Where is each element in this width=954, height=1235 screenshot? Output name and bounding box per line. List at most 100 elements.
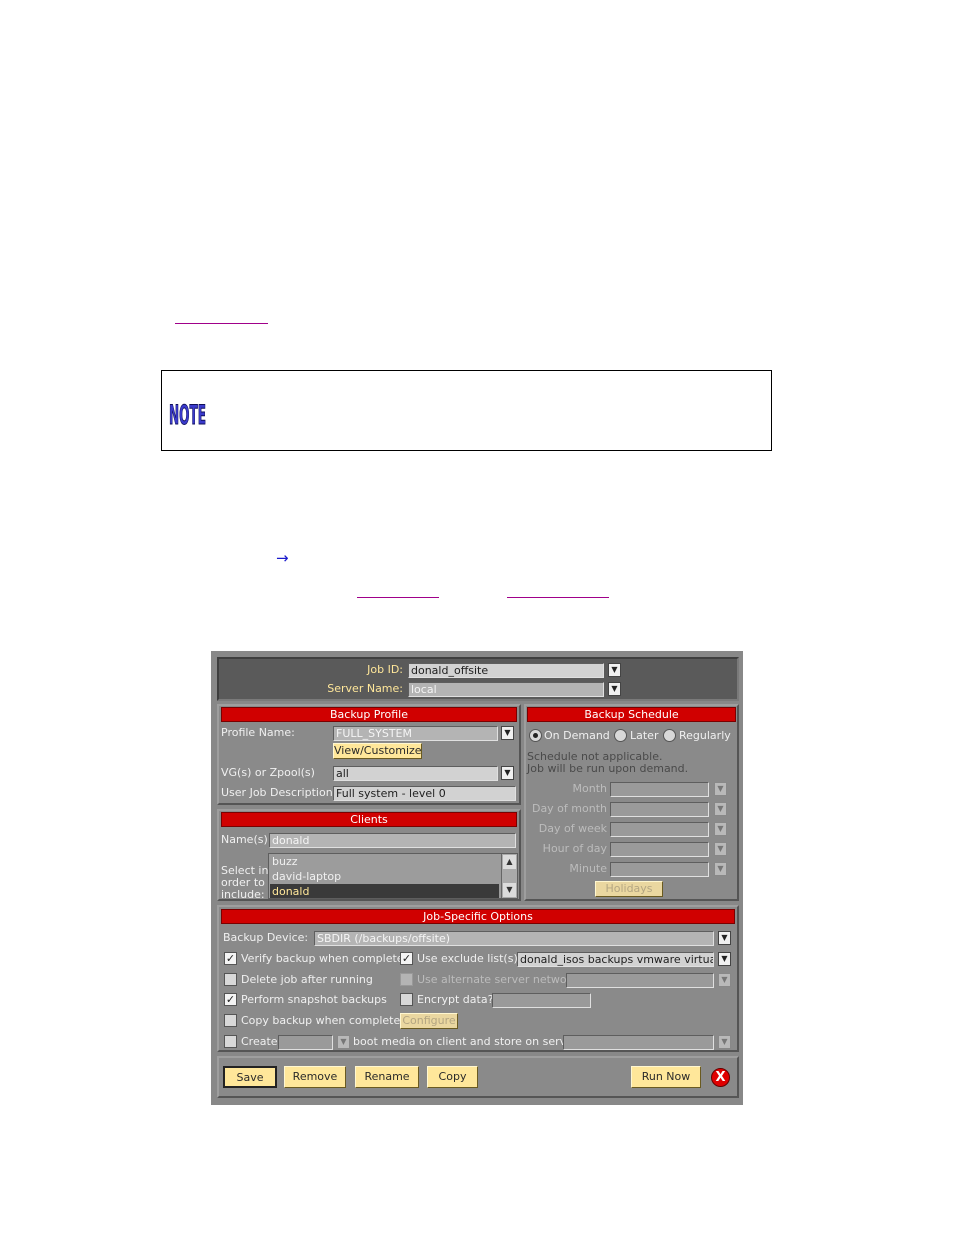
configure-button: Configure xyxy=(400,1013,458,1029)
backup-device-label: Backup Device: xyxy=(223,931,309,944)
backup-device-field[interactable]: SBDIR (/backups/offsite) xyxy=(314,931,714,946)
boot-media-label: boot media on client and store on server xyxy=(353,1035,578,1048)
copy-backup-checkbox[interactable] xyxy=(224,1014,237,1027)
create-label: Create xyxy=(241,1035,278,1048)
holidays-button: Holidays xyxy=(595,881,663,897)
vg-field[interactable]: all xyxy=(333,766,498,781)
month-field xyxy=(610,782,709,797)
alt-network-checkbox xyxy=(400,973,413,986)
verify-checkbox[interactable]: ✓ xyxy=(224,952,237,965)
client-names-field[interactable]: donald xyxy=(269,833,516,848)
server-name-dropdown[interactable]: ▼ xyxy=(608,682,621,696)
run-now-button[interactable]: Run Now xyxy=(631,1066,701,1088)
hour-of-day-label: Hour of day xyxy=(542,842,607,855)
hour-of-day-field xyxy=(610,842,709,857)
day-of-week-dropdown: ▼ xyxy=(714,822,727,836)
remove-button[interactable]: Remove xyxy=(284,1066,346,1088)
day-of-month-label: Day of month xyxy=(531,802,607,815)
snapshot-checkbox[interactable]: ✓ xyxy=(224,993,237,1006)
backup-profile-header: Backup Profile xyxy=(221,707,517,722)
later-radio[interactable] xyxy=(614,729,627,742)
alt-network-field xyxy=(566,973,714,988)
scroll-up-icon[interactable]: ▲ xyxy=(503,855,516,869)
create-dropdown: ▼ xyxy=(337,1035,350,1049)
select-label-2: order to xyxy=(221,876,265,889)
server-name-label: Server Name: xyxy=(327,682,403,695)
encrypt-field xyxy=(492,993,591,1008)
profile-name-label: Profile Name: xyxy=(221,726,295,739)
vg-dropdown[interactable]: ▼ xyxy=(501,766,514,780)
job-header-panel: Job ID: donald_offsite ▼ Server Name: lo… xyxy=(217,657,739,701)
day-of-month-field xyxy=(610,802,709,817)
encrypt-label: Encrypt data? xyxy=(417,993,494,1006)
arrow-right-icon: → xyxy=(276,549,289,567)
snapshot-label: Perform snapshot backups xyxy=(241,993,387,1006)
minute-dropdown: ▼ xyxy=(714,862,727,876)
day-of-week-label: Day of week xyxy=(538,822,607,835)
alt-network-dropdown: ▼ xyxy=(718,973,731,987)
close-icon[interactable]: X xyxy=(711,1068,730,1087)
use-exclude-checkbox[interactable]: ✓ xyxy=(400,952,413,965)
backup-schedule-panel: Backup Schedule On Demand Later Regularl… xyxy=(524,704,739,901)
profile-name-field[interactable]: FULL_SYSTEM xyxy=(333,726,498,741)
create-field xyxy=(278,1035,333,1050)
button-bar: Save Remove Rename Copy Run Now X xyxy=(217,1056,739,1098)
on-demand-radio[interactable] xyxy=(529,729,542,742)
hour-of-day-dropdown: ▼ xyxy=(714,842,727,856)
use-exclude-label: Use exclude list(s) xyxy=(417,952,518,965)
save-button[interactable]: Save xyxy=(223,1066,277,1088)
rename-button[interactable]: Rename xyxy=(355,1066,419,1088)
vg-label: VG(s) or Zpool(s) xyxy=(221,766,315,779)
alt-network-label: Use alternate server network xyxy=(417,973,578,986)
clients-header: Clients xyxy=(221,812,517,827)
backup-job-window: Job ID: donald_offsite ▼ Server Name: lo… xyxy=(211,651,743,1105)
delete-job-label: Delete job after running xyxy=(241,973,373,986)
month-dropdown: ▼ xyxy=(714,782,727,796)
regularly-label: Regularly xyxy=(679,729,731,742)
server-name-field[interactable]: local xyxy=(408,682,604,697)
user-job-desc-label: User Job Description: xyxy=(221,786,337,799)
copy-button[interactable]: Copy xyxy=(427,1066,478,1088)
job-id-field[interactable]: donald_offsite xyxy=(408,663,604,678)
client-names-label: Name(s): xyxy=(221,833,272,846)
list-item[interactable]: donald xyxy=(270,884,499,898)
doc-link-1[interactable] xyxy=(175,323,268,324)
job-specific-header: Job-Specific Options xyxy=(221,909,735,924)
job-specific-panel: Job-Specific Options Backup Device: SBDI… xyxy=(217,905,739,1052)
boot-media-field xyxy=(563,1035,714,1050)
minute-field xyxy=(610,862,709,877)
scroll-down-icon[interactable]: ▼ xyxy=(503,883,516,897)
day-of-week-field xyxy=(610,822,709,837)
svg-text:NOTE: NOTE xyxy=(169,400,206,429)
minute-label: Minute xyxy=(569,862,607,875)
later-label: Later xyxy=(630,729,659,742)
note-box xyxy=(161,370,772,451)
job-id-dropdown[interactable]: ▼ xyxy=(608,663,621,677)
month-label: Month xyxy=(572,782,607,795)
encrypt-checkbox[interactable] xyxy=(400,993,413,1006)
delete-job-checkbox[interactable] xyxy=(224,973,237,986)
job-id-label: Job ID: xyxy=(367,663,403,676)
day-of-month-dropdown: ▼ xyxy=(714,802,727,816)
profile-name-dropdown[interactable]: ▼ xyxy=(501,726,514,740)
view-customize-button[interactable]: View/Customize xyxy=(333,743,422,759)
create-checkbox[interactable] xyxy=(224,1035,237,1048)
regularly-radio[interactable] xyxy=(663,729,676,742)
exclude-list-dropdown[interactable]: ▼ xyxy=(718,952,731,966)
backup-profile-panel: Backup Profile Profile Name: FULL_SYSTEM… xyxy=(217,704,521,805)
verify-label: Verify backup when complete xyxy=(241,952,404,965)
client-list-scrollbar[interactable]: ▲ ▼ xyxy=(501,854,517,898)
backup-device-dropdown[interactable]: ▼ xyxy=(718,931,731,945)
boot-media-dropdown: ▼ xyxy=(718,1035,731,1049)
doc-link-3[interactable] xyxy=(507,597,609,598)
doc-link-2[interactable] xyxy=(357,597,439,598)
copy-backup-label: Copy backup when complete: xyxy=(241,1014,404,1027)
note-icon: NOTE xyxy=(168,393,208,429)
select-label-3: include: xyxy=(221,889,265,899)
on-demand-label: On Demand xyxy=(544,729,610,742)
exclude-list-field[interactable]: donald_isos backups vmware virtualb xyxy=(517,952,714,967)
client-listbox[interactable]: buzz david-laptop donald ▲ ▼ xyxy=(268,853,518,899)
user-job-desc-field[interactable]: Full system - level 0 xyxy=(333,786,516,801)
list-item[interactable]: david-laptop xyxy=(270,869,516,884)
list-item[interactable]: buzz xyxy=(270,854,516,869)
